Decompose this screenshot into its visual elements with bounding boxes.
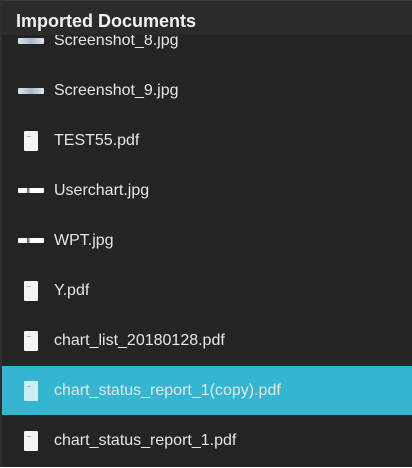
image-file-icon — [18, 188, 44, 193]
pdf-file-icon — [24, 280, 38, 301]
file-name: chart_status_report_1(copy).pdf — [54, 381, 281, 399]
pdf-file-icon — [24, 430, 38, 451]
file-row[interactable]: chart_status_report_1(copy).pdf — [2, 366, 412, 415]
pdf-file-icon — [24, 130, 38, 151]
file-row[interactable]: chart_status_report_1.pdf — [2, 416, 412, 465]
pdf-file-icon — [24, 380, 38, 401]
pdf-file-icon — [24, 330, 38, 351]
image-file-icon — [18, 87, 44, 94]
image-file-icon — [18, 37, 44, 44]
file-row[interactable]: Userchart.jpg — [2, 166, 412, 215]
file-name: Y.pdf — [54, 281, 90, 299]
file-name: chart_status_report_1.pdf — [54, 431, 237, 449]
file-name: WPT.jpg — [54, 231, 114, 249]
file-name: Screenshot_9.jpg — [54, 81, 179, 99]
image-file-icon — [18, 238, 44, 243]
file-name: chart_list_20180128.pdf — [54, 331, 225, 349]
file-row[interactable]: TEST55.pdf — [2, 116, 412, 165]
file-row[interactable]: chart_list_20180128.pdf — [2, 316, 412, 365]
file-name: Userchart.jpg — [54, 181, 150, 199]
imported-documents-panel: Imported Documents Screenshot_8.jpg Scree… — [0, 0, 412, 467]
file-name: TEST55.pdf — [54, 131, 140, 149]
panel-title: Imported Documents — [2, 1, 412, 35]
file-row[interactable]: WPT.jpg — [2, 216, 412, 265]
file-row[interactable]: Y.pdf — [2, 266, 412, 315]
file-row[interactable]: Screenshot_9.jpg — [2, 66, 412, 115]
